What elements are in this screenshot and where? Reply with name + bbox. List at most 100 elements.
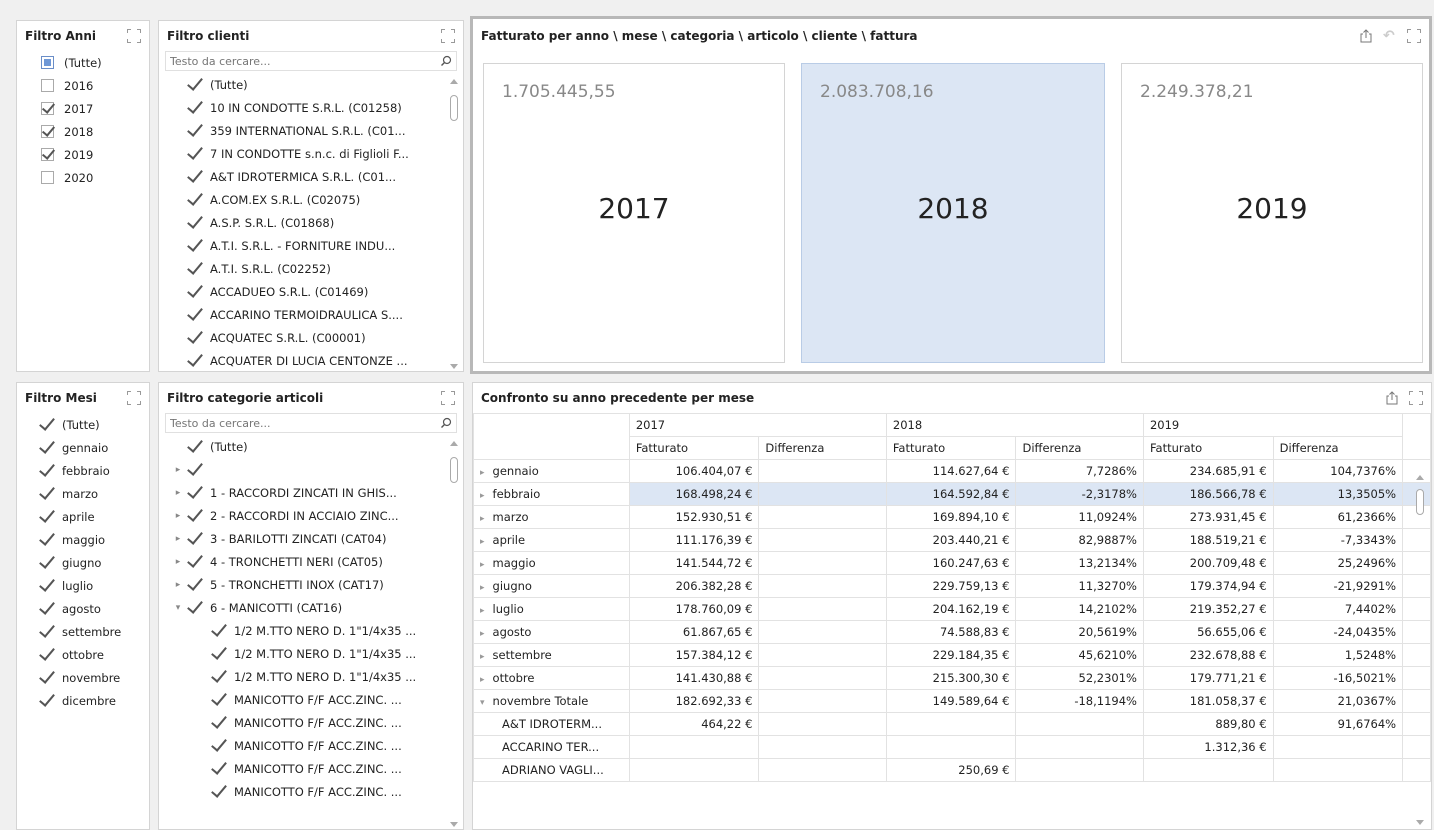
- col-fatturato[interactable]: Fatturato: [1142, 436, 1274, 460]
- expand-icon[interactable]: ▸: [480, 514, 485, 524]
- collapse-icon[interactable]: ▾: [173, 603, 183, 613]
- pivot-scrollbar[interactable]: [1415, 475, 1425, 825]
- clienti-item[interactable]: 7 IN CONDOTTE s.n.c. di Figlioli F...: [187, 142, 463, 165]
- anni-item[interactable]: (Tutte): [41, 51, 149, 74]
- categorie-item[interactable]: 1/2 M.TTO NERO D. 1"1/4x35 ...: [173, 619, 463, 642]
- checkbox[interactable]: [187, 262, 200, 275]
- categorie-item[interactable]: ▸ 1 - RACCORDI ZINCATI IN GHIS...: [173, 481, 463, 504]
- checkbox[interactable]: [187, 331, 200, 344]
- row-header[interactable]: ▸ aprile: [473, 528, 630, 552]
- year-card-2017[interactable]: 1.705.445,55 2017: [483, 63, 785, 363]
- checkbox[interactable]: [187, 285, 200, 298]
- row-header[interactable]: ▸ agosto: [473, 620, 630, 644]
- expand-icon[interactable]: ▸: [173, 488, 183, 498]
- mesi-item[interactable]: maggio: [39, 528, 149, 551]
- clienti-item[interactable]: A.T.I. S.R.L. - FORNITURE INDU...: [187, 234, 463, 257]
- mesi-item[interactable]: agosto: [39, 597, 149, 620]
- mesi-item[interactable]: ottobre: [39, 643, 149, 666]
- scroll-up-icon[interactable]: [1416, 475, 1424, 480]
- expand-icon[interactable]: ▸: [173, 511, 183, 521]
- anni-item[interactable]: 2018: [41, 120, 149, 143]
- categorie-scrollbar[interactable]: [449, 441, 459, 827]
- expand-icon[interactable]: ▸: [173, 534, 183, 544]
- table-row[interactable]: ▸ marzo 152.930,51 € 169.894,10 €11,0924% 27…: [473, 505, 1431, 529]
- clienti-search-input[interactable]: [170, 54, 440, 68]
- table-row[interactable]: ADRIANO VAGLI... 250,69 €: [473, 758, 1431, 782]
- scroll-down-icon[interactable]: [450, 822, 458, 827]
- col-differenza[interactable]: Differenza: [758, 436, 887, 460]
- anni-item[interactable]: 2020: [41, 166, 149, 189]
- expand-icon[interactable]: ▸: [480, 491, 485, 501]
- checkbox[interactable]: [39, 533, 52, 546]
- checkbox[interactable]: [187, 486, 200, 499]
- checkbox[interactable]: [187, 170, 200, 183]
- clienti-item[interactable]: 10 IN CONDOTTE S.R.L. (C01258): [187, 96, 463, 119]
- checkbox[interactable]: [39, 487, 52, 500]
- categorie-search-input[interactable]: [170, 416, 440, 430]
- mesi-item[interactable]: aprile: [39, 505, 149, 528]
- col-differenza[interactable]: Differenza: [1272, 436, 1404, 460]
- search-icon[interactable]: [440, 55, 452, 67]
- categorie-item[interactable]: ▸ 2 - RACCORDI IN ACCIAIO ZINC...: [173, 504, 463, 527]
- checkbox[interactable]: [211, 647, 224, 660]
- checkbox[interactable]: [187, 555, 200, 568]
- expand-icon[interactable]: ▸: [480, 468, 485, 478]
- table-row[interactable]: A&T IDROTERM... 464,22 € 889,80 €91,6764%: [473, 712, 1431, 736]
- checkbox[interactable]: [41, 171, 54, 184]
- expand-icon[interactable]: ▸: [480, 675, 485, 685]
- table-row[interactable]: ▸ settembre 157.384,12 € 229.184,35 €45,621…: [473, 643, 1431, 667]
- mesi-item[interactable]: (Tutte): [39, 413, 149, 436]
- checkbox[interactable]: [211, 693, 224, 706]
- scroll-down-icon[interactable]: [450, 364, 458, 369]
- mesi-item[interactable]: dicembre: [39, 689, 149, 712]
- checkbox[interactable]: [187, 308, 200, 321]
- clienti-item[interactable]: ACCADUEO S.R.L. (C01469): [187, 280, 463, 303]
- checkbox[interactable]: [187, 463, 200, 476]
- col-fatturato[interactable]: Fatturato: [885, 436, 1017, 460]
- checkbox[interactable]: [41, 125, 54, 138]
- categorie-item[interactable]: ▸ 4 - TRONCHETTI NERI (CAT05): [173, 550, 463, 573]
- col-fatturato[interactable]: Fatturato: [628, 436, 760, 460]
- table-row[interactable]: ACCARINO TER... 1.312,36 €: [473, 735, 1431, 759]
- clienti-item[interactable]: A.T.I. S.R.L. (C02252): [187, 257, 463, 280]
- year-header[interactable]: 2017: [628, 413, 887, 437]
- table-row[interactable]: ▸ gennaio 106.404,07 € 114.627,64 €7,7286% 2…: [473, 459, 1431, 483]
- expand-icon[interactable]: ▸: [173, 580, 183, 590]
- scroll-thumb[interactable]: [1416, 489, 1424, 515]
- year-card-2018[interactable]: 2.083.708,16 2018: [801, 63, 1105, 363]
- checkbox[interactable]: [39, 441, 52, 454]
- row-header[interactable]: ▸ settembre: [473, 643, 630, 667]
- row-header[interactable]: ▸ luglio: [473, 597, 630, 621]
- table-row[interactable]: ▾ novembre Totale 182.692,33 € 149.589,64 €…: [473, 689, 1431, 713]
- mesi-item[interactable]: novembre: [39, 666, 149, 689]
- checkbox[interactable]: [211, 785, 224, 798]
- maximize-icon[interactable]: [1409, 391, 1423, 405]
- row-header[interactable]: ▸ ottobre: [473, 666, 630, 690]
- expand-icon[interactable]: ▸: [480, 606, 485, 616]
- row-header[interactable]: A&T IDROTERM...: [473, 712, 630, 736]
- scroll-thumb[interactable]: [450, 457, 458, 483]
- checkbox[interactable]: [211, 739, 224, 752]
- mesi-item[interactable]: settembre: [39, 620, 149, 643]
- categorie-item[interactable]: MANICOTTO F/F ACC.ZINC. ...: [173, 780, 463, 803]
- checkbox[interactable]: [187, 509, 200, 522]
- clienti-item[interactable]: A.COM.EX S.R.L. (C02075): [187, 188, 463, 211]
- mesi-item[interactable]: marzo: [39, 482, 149, 505]
- categorie-item[interactable]: 1/2 M.TTO NERO D. 1"1/4x35 ...: [173, 665, 463, 688]
- categorie-item[interactable]: (Tutte): [173, 435, 463, 458]
- export-icon[interactable]: [1385, 391, 1399, 405]
- checkbox[interactable]: [187, 440, 200, 453]
- expand-icon[interactable]: ▸: [480, 560, 485, 570]
- checkbox[interactable]: [187, 216, 200, 229]
- clienti-item[interactable]: A&T IDROTERMICA S.R.L. (C01...: [187, 165, 463, 188]
- checkbox[interactable]: [211, 624, 224, 637]
- checkbox[interactable]: [187, 239, 200, 252]
- checkbox[interactable]: [211, 762, 224, 775]
- checkbox[interactable]: [39, 510, 52, 523]
- checkbox[interactable]: [41, 148, 54, 161]
- expand-icon[interactable]: ▸: [173, 465, 183, 475]
- checkbox[interactable]: [39, 602, 52, 615]
- row-header[interactable]: ACCARINO TER...: [473, 735, 630, 759]
- collapse-icon[interactable]: ▾: [480, 698, 485, 708]
- checkbox[interactable]: [211, 716, 224, 729]
